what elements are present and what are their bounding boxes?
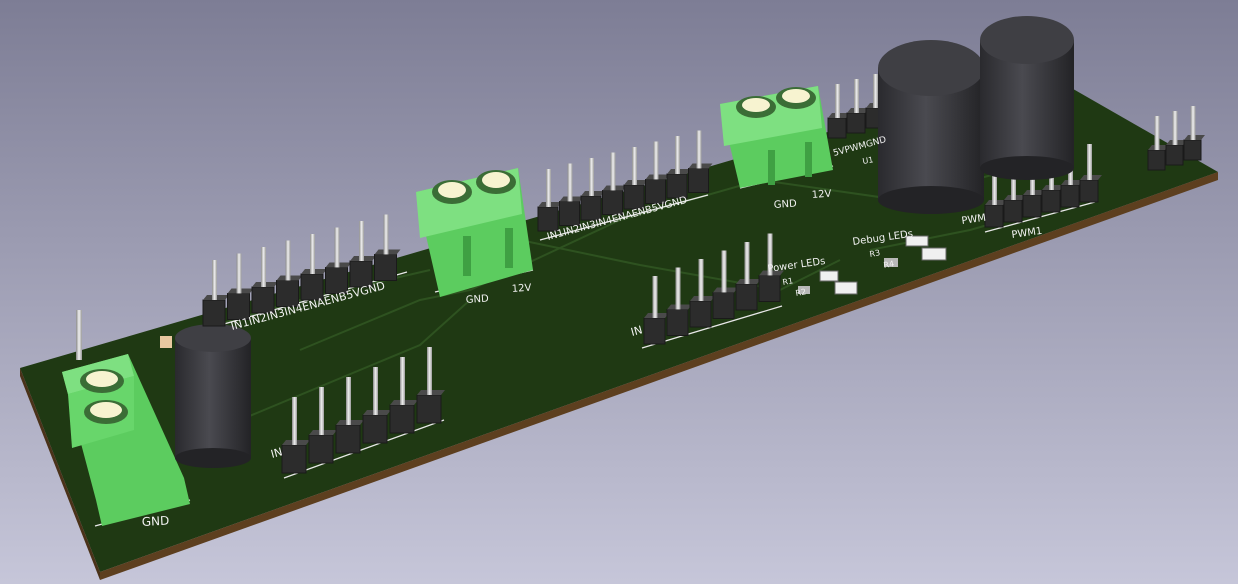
silk-terminal-left-gnd: GND (141, 514, 169, 529)
capacitor-c-left[interactable] (175, 324, 251, 468)
capacitor-c-large-1[interactable] (878, 40, 984, 214)
silk-terminal2-gnd: GND (773, 198, 797, 211)
silk-r4: R4 (883, 259, 895, 270)
capacitor-c-large-2[interactable] (980, 16, 1074, 180)
terminal-block-2[interactable] (720, 86, 833, 188)
smd-component (160, 336, 172, 348)
silk-terminal1-gnd: GND (465, 293, 489, 306)
silk-r3: R3 (869, 248, 881, 259)
silk-terminal2-12v: 12V (811, 189, 831, 201)
silk-u1: U1 (862, 155, 874, 166)
silk-terminal1-12v: 12V (511, 283, 531, 295)
silk-r2: R2 (795, 287, 807, 298)
3d-pcb-viewer[interactable]: IN1IN2IN3IN4ENAENB5VGND IN1IN2IN3IN4ENAE… (0, 0, 1238, 584)
silk-r1: R1 (782, 276, 794, 287)
pcb-3d-render[interactable]: IN1IN2IN3IN4ENAENB5VGND IN1IN2IN3IN4ENAE… (0, 0, 1238, 584)
